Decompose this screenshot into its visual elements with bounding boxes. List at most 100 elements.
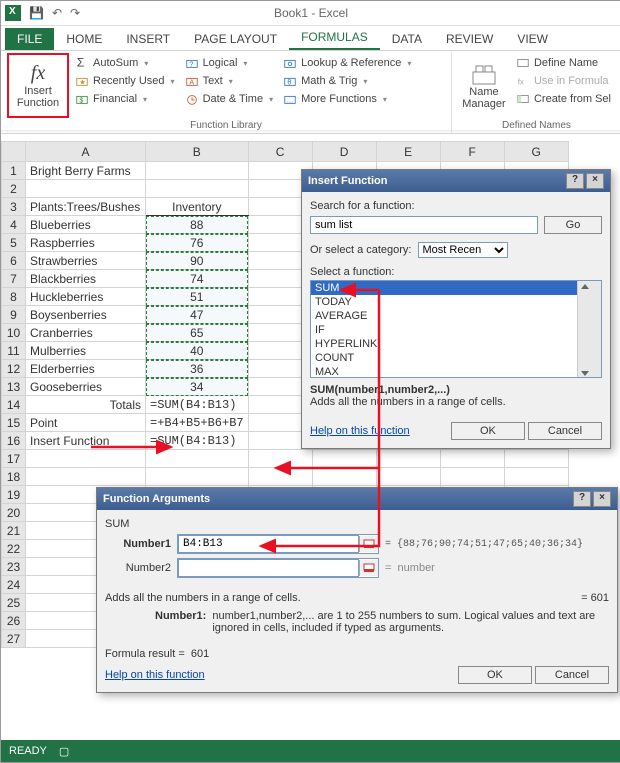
tab-view[interactable]: VIEW — [505, 28, 560, 50]
macro-record-icon[interactable]: ▢ — [59, 745, 69, 758]
cell[interactable] — [312, 450, 376, 468]
cell[interactable] — [146, 450, 249, 468]
cell[interactable] — [26, 468, 146, 486]
row-header[interactable]: 16 — [2, 432, 26, 450]
close-icon[interactable]: × — [586, 173, 604, 189]
row-header[interactable]: 9 — [2, 306, 26, 324]
cell[interactable]: Totals — [26, 396, 146, 414]
cell[interactable]: 51 — [146, 288, 249, 306]
row-header[interactable]: 27 — [2, 630, 26, 648]
dialog-titlebar[interactable]: Function Arguments ?× — [97, 488, 617, 510]
help-link[interactable]: Help on this function — [310, 425, 410, 437]
list-item[interactable]: MAX — [311, 365, 601, 378]
cell[interactable]: =+B4+B5+B6+B7 — [146, 414, 249, 432]
list-item[interactable]: AVERAGE — [311, 309, 601, 323]
function-list[interactable]: SUM TODAY AVERAGE IF HYPERLINK COUNT MAX — [310, 280, 602, 378]
col-header-b[interactable]: B — [146, 142, 249, 162]
help-icon[interactable]: ? — [566, 173, 584, 189]
recently-used-button[interactable]: ★Recently Used▾ — [71, 73, 179, 89]
row-header[interactable]: 1 — [2, 162, 26, 180]
tab-data[interactable]: DATA — [380, 28, 434, 50]
cancel-button[interactable]: Cancel — [528, 422, 602, 440]
cell[interactable]: 90 — [146, 252, 249, 270]
undo-icon[interactable]: ↶ — [52, 6, 62, 20]
define-name-button[interactable]: Define Name — [512, 55, 615, 71]
help-icon[interactable]: ? — [573, 491, 591, 507]
collapse-dialog-icon[interactable] — [359, 536, 378, 552]
cell[interactable]: 34 — [146, 378, 249, 396]
row-header[interactable]: 19 — [2, 486, 26, 504]
cell[interactable] — [146, 468, 249, 486]
cell[interactable]: 74 — [146, 270, 249, 288]
insert-function-button[interactable]: fx Insert Function — [7, 53, 69, 118]
collapse-dialog-icon[interactable] — [359, 560, 378, 576]
help-link[interactable]: Help on this function — [105, 669, 205, 681]
row-header[interactable]: 12 — [2, 360, 26, 378]
tab-formulas[interactable]: FORMULAS — [289, 26, 380, 50]
list-item[interactable]: COUNT — [311, 351, 601, 365]
save-icon[interactable]: 💾 — [29, 6, 44, 20]
cell[interactable]: Insert Function — [26, 432, 146, 450]
cell[interactable]: Blackberries — [26, 270, 146, 288]
row-header[interactable]: 7 — [2, 270, 26, 288]
row-header[interactable]: 24 — [2, 576, 26, 594]
date-time-button[interactable]: Date & Time▾ — [181, 91, 278, 107]
category-select[interactable]: Most Recen — [418, 242, 508, 258]
row-header[interactable]: 22 — [2, 540, 26, 558]
tab-insert[interactable]: INSERT — [114, 28, 182, 50]
create-from-selection-button[interactable]: Create from Sel — [512, 91, 615, 107]
col-header-e[interactable]: E — [376, 142, 440, 162]
col-header-f[interactable]: F — [440, 142, 504, 162]
use-in-formula-button[interactable]: fxUse in Formula — [512, 73, 615, 89]
row-header[interactable]: 15 — [2, 414, 26, 432]
cell[interactable]: Huckleberries — [26, 288, 146, 306]
cell[interactable]: =SUM(B4:B13) — [146, 432, 249, 450]
cell[interactable]: Boysenberries — [26, 306, 146, 324]
cell[interactable]: Raspberries — [26, 234, 146, 252]
cell[interactable]: 40 — [146, 342, 249, 360]
row-header[interactable]: 6 — [2, 252, 26, 270]
tab-page-layout[interactable]: PAGE LAYOUT — [182, 28, 289, 50]
redo-icon[interactable]: ↷ — [70, 6, 80, 20]
dialog-titlebar[interactable]: Insert Function ?× — [302, 170, 610, 192]
cancel-button[interactable]: Cancel — [535, 666, 609, 684]
cell[interactable] — [504, 450, 568, 468]
close-icon[interactable]: × — [593, 491, 611, 507]
math-trig-button[interactable]: θMath & Trig▾ — [279, 73, 415, 89]
number1-input[interactable] — [177, 534, 379, 554]
scrollbar[interactable] — [577, 281, 601, 378]
cell[interactable] — [440, 468, 504, 486]
number2-input[interactable] — [177, 558, 379, 578]
cell[interactable]: Elderberries — [26, 360, 146, 378]
cell[interactable]: =SUM(B4:B13) — [146, 396, 249, 414]
tab-review[interactable]: REVIEW — [434, 28, 505, 50]
cell[interactable] — [376, 450, 440, 468]
row-header[interactable]: 13 — [2, 378, 26, 396]
row-header[interactable]: 26 — [2, 612, 26, 630]
cell[interactable] — [312, 468, 376, 486]
ok-button[interactable]: OK — [451, 422, 525, 440]
row-header[interactable]: 2 — [2, 180, 26, 198]
cell[interactable]: 88 — [146, 216, 249, 234]
cell[interactable] — [248, 450, 312, 468]
cell[interactable]: 65 — [146, 324, 249, 342]
row-header[interactable]: 21 — [2, 522, 26, 540]
autosum-button[interactable]: ΣAutoSum▾ — [71, 55, 179, 71]
tab-home[interactable]: HOME — [54, 28, 114, 50]
cell[interactable] — [440, 450, 504, 468]
cell[interactable]: Blueberries — [26, 216, 146, 234]
list-item[interactable]: TODAY — [311, 295, 601, 309]
name-manager-button[interactable]: Name Manager — [458, 53, 510, 118]
lookup-reference-button[interactable]: Lookup & Reference▾ — [279, 55, 415, 71]
list-item[interactable]: IF — [311, 323, 601, 337]
row-header[interactable]: 20 — [2, 504, 26, 522]
cell[interactable] — [26, 180, 146, 198]
tab-file[interactable]: FILE — [5, 28, 54, 50]
cell[interactable]: Cranberries — [26, 324, 146, 342]
ok-button[interactable]: OK — [458, 666, 532, 684]
go-button[interactable]: Go — [544, 216, 602, 234]
cell[interactable] — [504, 468, 568, 486]
row-header[interactable]: 11 — [2, 342, 26, 360]
row-header[interactable]: 3 — [2, 198, 26, 216]
row-header[interactable]: 10 — [2, 324, 26, 342]
